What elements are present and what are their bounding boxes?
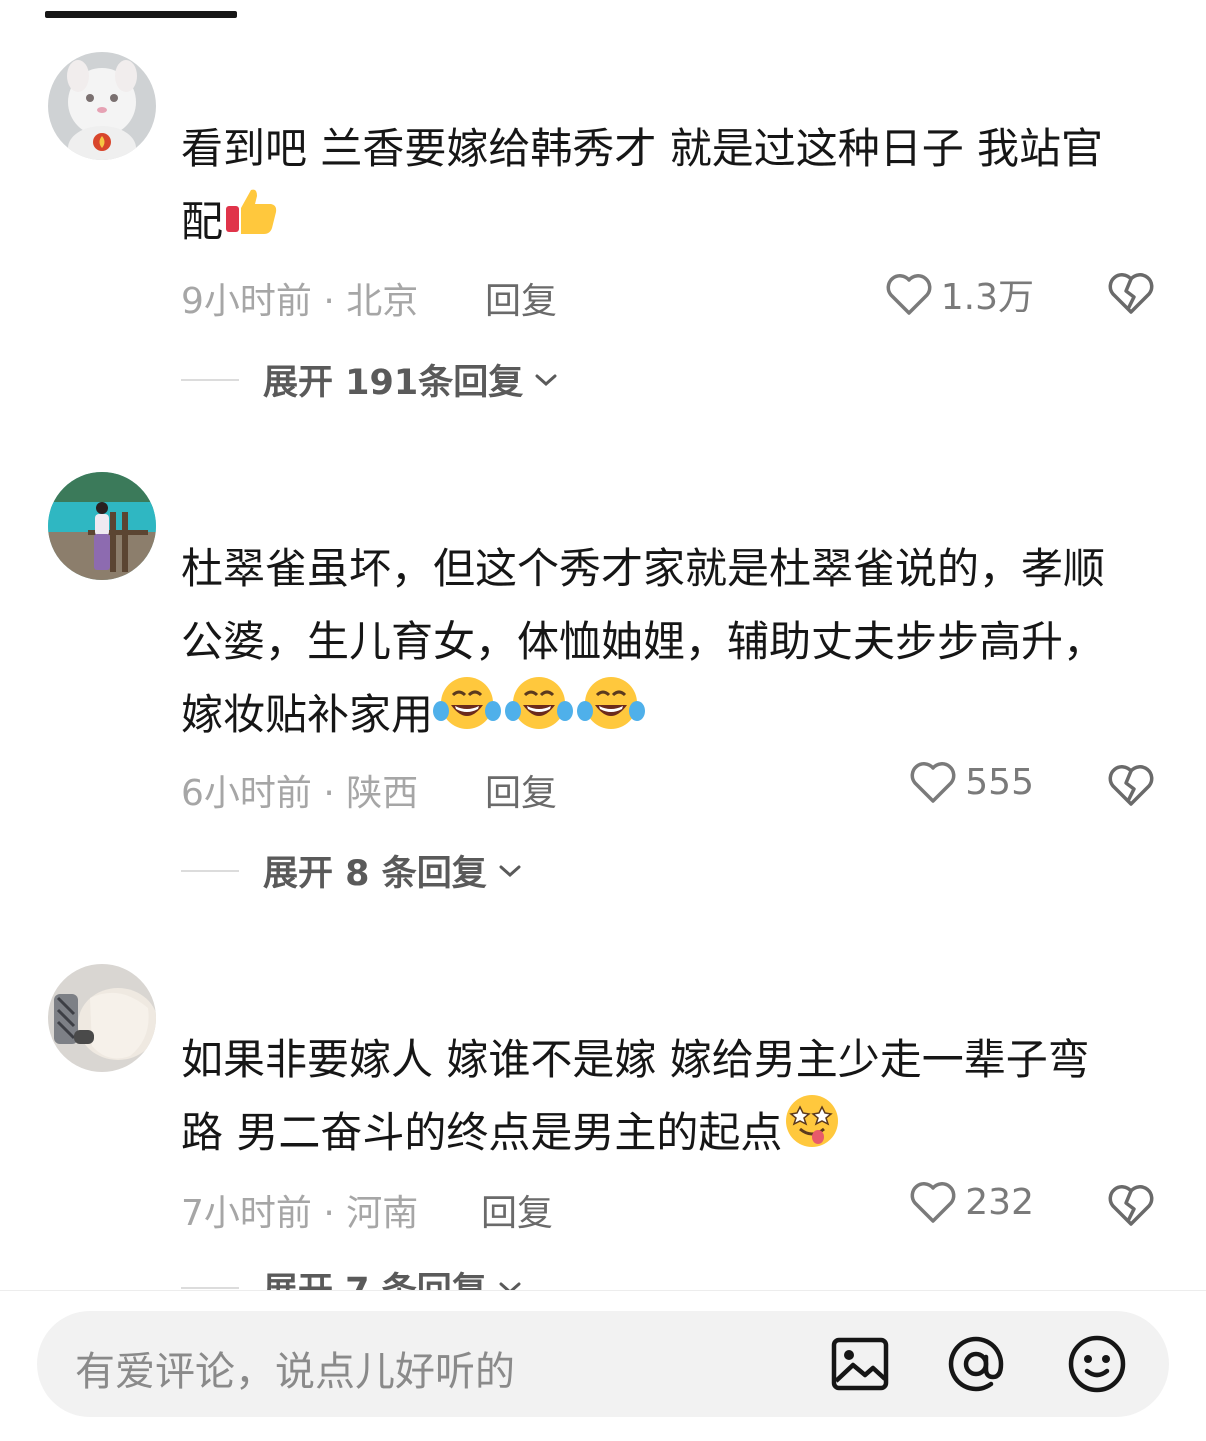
active-tab-indicator xyxy=(45,11,237,18)
username[interactable] xyxy=(181,968,421,1008)
star-struck-emoji xyxy=(782,1091,842,1173)
divider xyxy=(181,378,239,381)
at-icon[interactable] xyxy=(945,1333,1007,1395)
avatar[interactable] xyxy=(48,472,156,580)
comment-meta: 9小时前 · 北京 xyxy=(181,281,419,322)
chevron-down-icon xyxy=(499,865,521,877)
comment-input-placeholder: 有爱评论，说点儿好听的 xyxy=(75,1349,515,1395)
broken-heart-icon[interactable] xyxy=(1106,762,1156,808)
emoji-icon[interactable] xyxy=(1066,1333,1128,1395)
divider xyxy=(181,869,239,872)
username[interactable] xyxy=(181,478,421,518)
expand-replies-button[interactable]: 展开 8 条回复 xyxy=(181,845,523,896)
divider xyxy=(181,1286,239,1289)
comment-text: 如果非要嫁人 嫁谁不是嫁 嫁给男主少走一辈子弯 路 男二奋斗的终点是男主的起点 xyxy=(181,1023,1166,1173)
reply-button[interactable]: 回复 xyxy=(485,272,557,324)
like-button[interactable]: 555 xyxy=(909,760,1034,804)
username[interactable] xyxy=(181,58,421,98)
comment-input-bar: 有爱评论，说点儿好听的 xyxy=(0,1290,1206,1441)
image-icon[interactable] xyxy=(829,1333,891,1395)
comment-input[interactable]: 有爱评论，说点儿好听的 xyxy=(37,1311,1169,1417)
like-button[interactable]: 1.3万 xyxy=(885,268,1034,320)
like-count: 555 xyxy=(965,761,1034,803)
heart-icon xyxy=(910,1182,956,1223)
comment-text: 看到吧 兰香要嫁给韩秀才 就是过这种日子 我站官 配 xyxy=(181,112,1166,260)
comment-text: 杜翠雀虽坏，但这个秀才家就是杜翠雀说的，孝顺 公婆，生儿育女，体恤妯娌，辅助丈夫… xyxy=(181,532,1166,755)
heart-icon xyxy=(910,762,956,803)
like-button[interactable]: 232 xyxy=(909,1180,1034,1224)
like-count: 232 xyxy=(965,1181,1034,1223)
broken-heart-icon[interactable] xyxy=(1106,270,1156,316)
tears-of-joy-emoji xyxy=(433,673,502,755)
avatar[interactable] xyxy=(48,964,156,1072)
broken-heart-icon[interactable] xyxy=(1106,1182,1156,1228)
reply-button[interactable]: 回复 xyxy=(481,1184,553,1236)
avatar[interactable] xyxy=(48,52,156,160)
tears-of-joy-emoji xyxy=(505,673,574,755)
comment-meta: 7小时前 · 河南 xyxy=(181,1193,419,1234)
comment-meta: 6小时前 · 陕西 xyxy=(181,773,419,814)
like-count: 1.3万 xyxy=(940,277,1034,318)
reply-button[interactable]: 回复 xyxy=(485,764,557,816)
chevron-down-icon xyxy=(535,374,557,386)
thumbs-up-emoji xyxy=(223,182,279,260)
heart-icon xyxy=(886,274,932,315)
tears-of-joy-emoji xyxy=(577,673,646,755)
expand-replies-button[interactable]: 展开 191条回复 xyxy=(181,354,559,405)
